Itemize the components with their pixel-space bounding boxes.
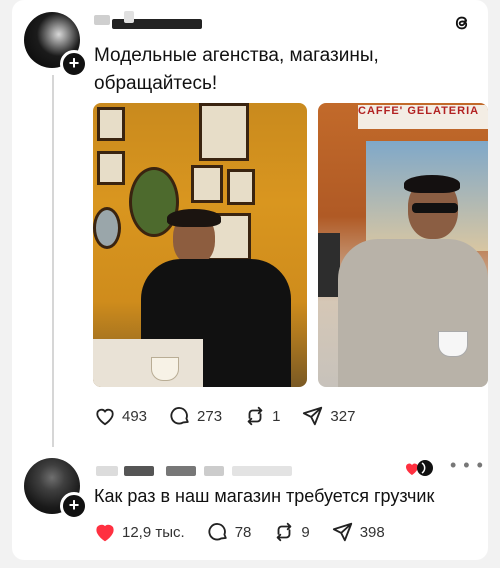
post-photo-2[interactable]: CAFFE' GELATERIA bbox=[318, 103, 488, 387]
repost-button[interactable]: 1 bbox=[244, 405, 280, 427]
blurred-reply-username-part bbox=[124, 466, 154, 476]
comment-count: 273 bbox=[197, 407, 223, 425]
heart-icon bbox=[96, 408, 114, 426]
wall-painting bbox=[227, 169, 255, 205]
comment-icon bbox=[208, 523, 227, 541]
blurred-reply-username-part bbox=[204, 466, 224, 476]
thread-connector-line bbox=[52, 75, 54, 447]
heart-icon bbox=[96, 524, 114, 542]
reply-text: Как раз в наш магазин требуется грузчик bbox=[94, 486, 435, 506]
share-button[interactable]: 327 bbox=[302, 405, 355, 427]
reply-share-count: 398 bbox=[359, 523, 385, 541]
reply-like-count: 12,9 тыс. bbox=[122, 523, 185, 541]
wall-painting bbox=[97, 151, 125, 185]
reply-repost-button[interactable]: 9 bbox=[273, 521, 310, 543]
wall-painting bbox=[191, 165, 223, 203]
reply-comment-button[interactable]: 78 bbox=[207, 521, 252, 543]
more-icon[interactable]: • • • bbox=[450, 456, 484, 474]
blurred-username-part bbox=[124, 11, 134, 23]
share-icon bbox=[332, 522, 352, 542]
follow-plus-icon[interactable]: + bbox=[60, 492, 88, 520]
table-with-tea bbox=[93, 339, 203, 387]
comment-icon bbox=[170, 407, 189, 425]
blurred-reply-username-part bbox=[232, 466, 292, 476]
wall-painting bbox=[199, 103, 249, 161]
comment-button[interactable]: 273 bbox=[169, 405, 222, 427]
post-actions: 493 273 1 327 bbox=[94, 405, 377, 427]
teacup bbox=[151, 357, 179, 381]
wall-painting bbox=[97, 107, 125, 141]
reply-repost-count: 9 bbox=[301, 523, 310, 541]
repost-icon bbox=[247, 406, 263, 426]
post-text: Модельные агенства, магазины, обращайтес… bbox=[94, 45, 379, 94]
reply-share-button[interactable]: 398 bbox=[332, 521, 385, 543]
like-button[interactable]: 493 bbox=[94, 406, 147, 426]
post-photo-1[interactable] bbox=[93, 103, 307, 387]
threads-logo-icon[interactable] bbox=[452, 13, 472, 33]
blurred-username[interactable] bbox=[94, 15, 110, 25]
author-liked-icon bbox=[405, 460, 433, 476]
reply-comment-count: 78 bbox=[234, 523, 252, 541]
wall-mirror bbox=[93, 207, 121, 249]
like-count: 493 bbox=[122, 407, 148, 425]
cafe-sign: CAFFE' GELATERIA bbox=[358, 105, 488, 129]
share-count: 327 bbox=[330, 407, 356, 425]
reply-actions: 12,9 тыс. 78 9 398 bbox=[94, 521, 407, 543]
cafe-chair bbox=[318, 233, 340, 297]
reply-like-button[interactable]: 12,9 тыс. bbox=[94, 522, 185, 542]
blurred-reply-username-part bbox=[166, 466, 196, 476]
share-icon bbox=[303, 406, 323, 426]
man-in-jacket bbox=[338, 175, 488, 387]
coffee-cup bbox=[438, 331, 468, 357]
repost-icon bbox=[277, 522, 292, 542]
repost-count: 1 bbox=[272, 407, 281, 425]
blurred-reply-username[interactable] bbox=[96, 466, 118, 476]
follow-plus-icon[interactable]: + bbox=[60, 50, 88, 78]
